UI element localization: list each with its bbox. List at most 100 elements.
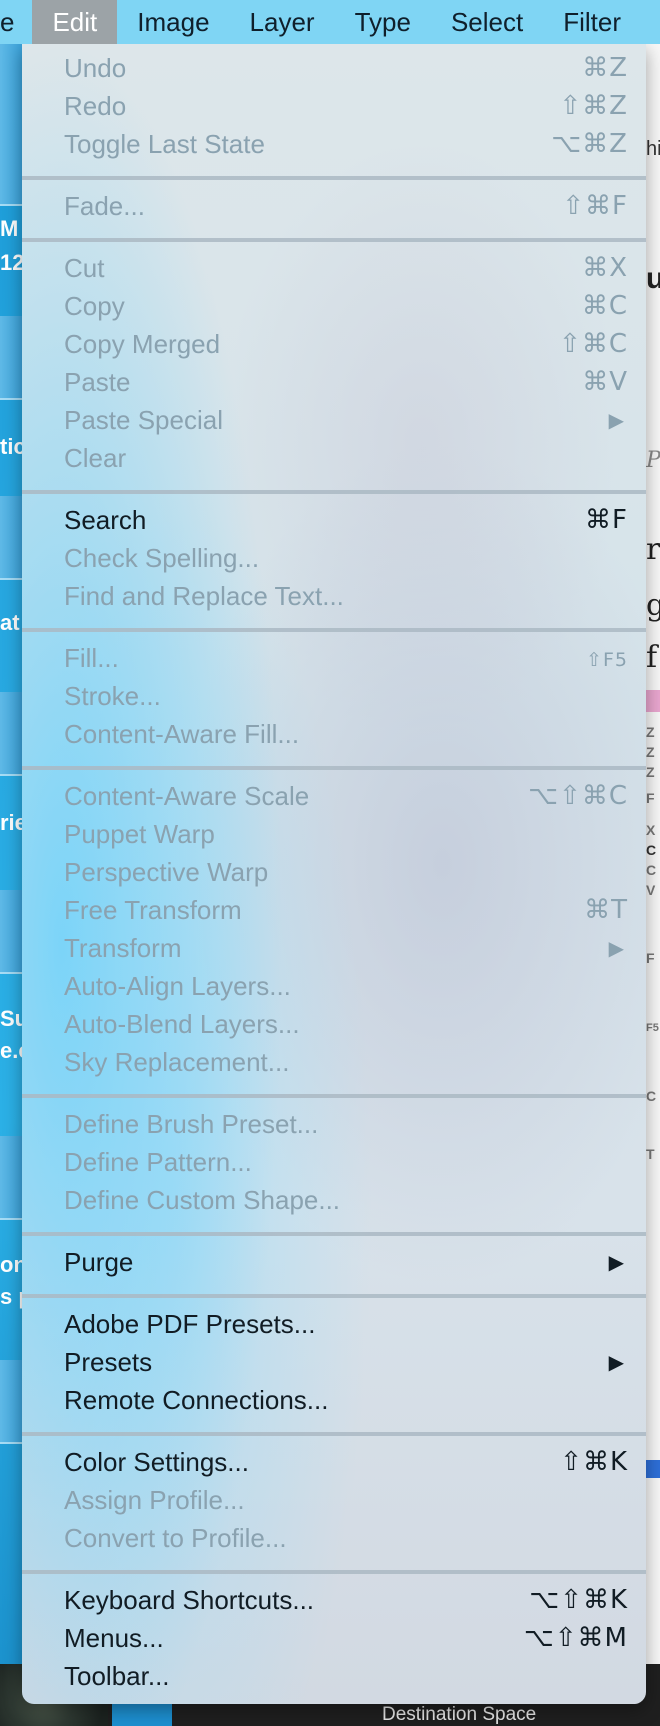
menu-separator [22,628,646,632]
shortcut-text: ⌘T [584,895,628,925]
menu-separator [22,1094,646,1098]
background-panel-tile [0,1360,22,1444]
menu-item-auto-align-layers[interactable]: Auto-Align Layers... [22,967,646,1005]
shortcut-text: ⇧⌘C [559,329,628,359]
menu-image[interactable]: Image [117,0,229,44]
menu-separator [22,1570,646,1574]
menu-item-perspective-warp[interactable]: Perspective Warp [22,853,646,891]
background-text: f [646,640,658,675]
menu-item-redo[interactable]: Redo ⇧⌘Z [22,87,646,125]
menu-item-label: Copy [64,291,125,321]
menu-item-keyboard-shortcuts[interactable]: Keyboard Shortcuts... ⌥⇧⌘K [22,1581,646,1619]
menu-item-label: Fill... [64,643,119,673]
menu-file-partial[interactable]: e [0,0,32,44]
menu-item-clear[interactable]: Clear [22,439,646,477]
menu-item-convert-to-profile[interactable]: Convert to Profile... [22,1519,646,1557]
shortcut-text: ⌥⇧⌘M [523,1623,628,1653]
menu-item-check-spelling[interactable]: Check Spelling... [22,539,646,577]
menu-item-label: Redo [64,91,127,121]
background-text: C [646,862,657,878]
menu-item-remote-connections[interactable]: Remote Connections... [22,1381,646,1419]
menu-item-label: Check Spelling... [64,543,260,573]
menu-item-label: Paste [64,367,131,397]
menu-item-label: Free Transform [64,895,242,925]
menu-item-adobe-pdf-presets[interactable]: Adobe PDF Presets... [22,1305,646,1343]
menu-item-label: Purge [64,1247,134,1277]
shortcut-text: ⌘X [582,253,628,283]
menu-item-undo[interactable]: Undo ⌘Z [22,49,646,87]
menu-item-fill[interactable]: Fill... ⇧F5 [22,639,646,677]
menu-item-toggle-last-state[interactable]: Toggle Last State ⌥⌘Z [22,125,646,163]
menu-item-sky-replacement[interactable]: Sky Replacement... [22,1043,646,1081]
menu-filter[interactable]: Filter [543,0,641,44]
background-text: Sul [0,1006,22,1031]
menu-item-label: Remote Connections... [64,1385,329,1415]
menu-separator [22,1294,646,1298]
menu-item-define-brush-preset[interactable]: Define Brush Preset... [22,1105,646,1143]
menu-item-label: Define Pattern... [64,1147,252,1177]
menu-item-label: Search [64,505,147,535]
menu-item-paste[interactable]: Paste ⌘V [22,363,646,401]
screen: e Edit Image Layer Type Select Filter M … [0,0,660,1726]
menu-item-cut[interactable]: Cut ⌘X [22,249,646,287]
menu-item-fade[interactable]: Fade... ⇧⌘F [22,187,646,225]
menu-item-label: Keyboard Shortcuts... [64,1585,315,1615]
menu-item-content-aware-scale[interactable]: Content-Aware Scale ⌥⇧⌘C [22,777,646,815]
menu-item-label: Perspective Warp [64,857,269,887]
menu-item-transform[interactable]: Transform ▶ [22,929,646,967]
menu-item-define-custom-shape[interactable]: Define Custom Shape... [22,1181,646,1219]
menu-item-label: Toolbar... [64,1661,170,1691]
submenu-arrow-icon: ▶ [608,1250,624,1274]
menu-item-copy-merged[interactable]: Copy Merged ⇧⌘C [22,325,646,363]
menu-type[interactable]: Type [335,0,431,44]
menu-item-puppet-warp[interactable]: Puppet Warp [22,815,646,853]
menu-separator [22,176,646,180]
menu-item-label: Define Custom Shape... [64,1185,341,1215]
background-text: Z [646,724,655,740]
background-text: Z [646,764,655,780]
menu-item-paste-special[interactable]: Paste Special ▶ [22,401,646,439]
background-text: F5 [646,1022,659,1034]
background-text: C [646,842,657,858]
background-text: rie [0,810,22,835]
menu-bar: e Edit Image Layer Type Select Filter [0,0,660,44]
shortcut-text: ⌥⇧⌘K [529,1585,628,1615]
menu-edit[interactable]: Edit [32,0,118,44]
menu-item-stroke[interactable]: Stroke... [22,677,646,715]
menu-item-label: Find and Replace Text... [64,581,344,611]
menu-item-toolbar[interactable]: Toolbar... [22,1657,646,1695]
background-text: Z [646,744,655,760]
menu-layer[interactable]: Layer [230,0,335,44]
menu-item-purge[interactable]: Purge ▶ [22,1243,646,1281]
menu-item-label: Stroke... [64,681,161,711]
menu-item-label: Content-Aware Scale [64,781,310,811]
submenu-arrow-icon: ▶ [608,936,624,960]
submenu-arrow-icon: ▶ [608,1350,624,1374]
menu-item-copy[interactable]: Copy ⌘C [22,287,646,325]
menu-item-search[interactable]: Search ⌘F [22,501,646,539]
background-panel-tile [0,316,22,400]
background-text: u [646,262,660,295]
menu-item-assign-profile[interactable]: Assign Profile... [22,1481,646,1519]
menu-item-label: Undo [64,53,127,83]
menu-item-label: Presets [64,1347,153,1377]
menu-item-find-replace-text[interactable]: Find and Replace Text... [22,577,646,615]
background-panel-tile [0,692,22,776]
menu-item-free-transform[interactable]: Free Transform ⌘T [22,891,646,929]
shortcut-text: ⌥⌘Z [551,129,628,159]
menu-item-presets[interactable]: Presets ▶ [22,1343,646,1381]
menu-item-define-pattern[interactable]: Define Pattern... [22,1143,646,1181]
menu-item-label: Clear [64,443,127,473]
background-text: tic [0,434,22,459]
menu-item-menus[interactable]: Menus... ⌥⇧⌘M [22,1619,646,1657]
menu-separator [22,1232,646,1236]
menu-select[interactable]: Select [431,0,543,44]
menu-item-color-settings[interactable]: Color Settings... ⇧⌘K [22,1443,646,1481]
menu-item-label: Auto-Align Layers... [64,971,291,1001]
menu-item-content-aware-fill[interactable]: Content-Aware Fill... [22,715,646,753]
menu-item-label: Fade... [64,191,145,221]
menu-item-auto-blend-layers[interactable]: Auto-Blend Layers... [22,1005,646,1043]
menu-item-label: Transform [64,933,182,963]
background-text: at [0,610,20,635]
background-text: M [0,216,19,241]
